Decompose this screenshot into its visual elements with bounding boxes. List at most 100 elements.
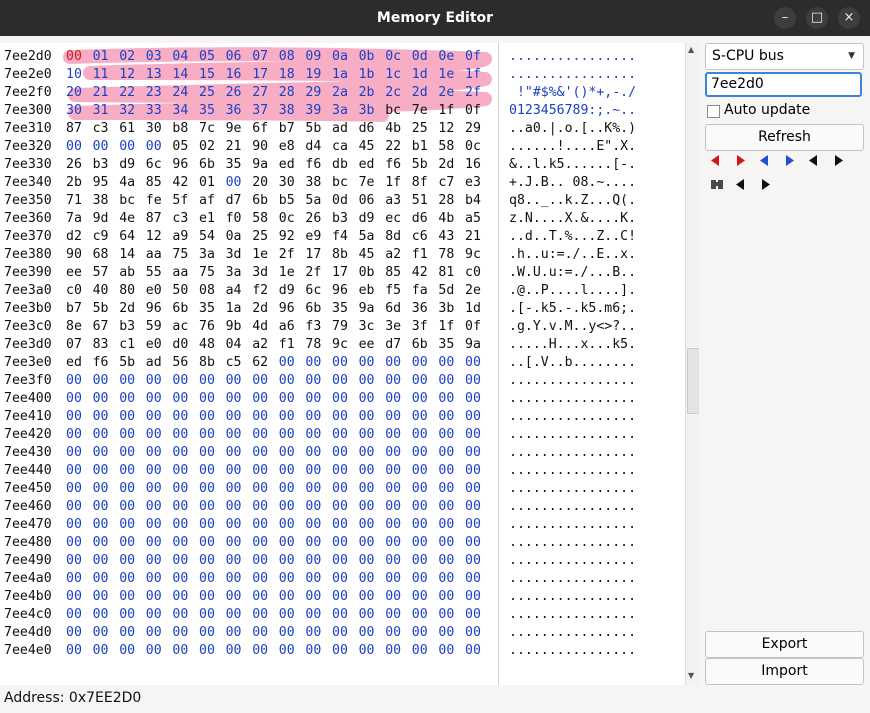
hex-byte[interactable]: 00: [305, 642, 323, 660]
hex-byte[interactable]: d7: [226, 192, 244, 210]
hex-byte[interactable]: 00: [93, 498, 111, 516]
hex-byte[interactable]: 00: [226, 498, 244, 516]
next-blue-arrow-icon[interactable]: [786, 155, 794, 166]
hex-byte[interactable]: 00: [93, 390, 111, 408]
hex-byte[interactable]: b3: [93, 156, 111, 174]
hex-byte[interactable]: 00: [93, 552, 111, 570]
hex-byte[interactable]: 00: [119, 426, 137, 444]
hex-byte[interactable]: 00: [93, 570, 111, 588]
hex-byte[interactable]: 32: [119, 102, 137, 120]
hex-byte[interactable]: 00: [385, 588, 403, 606]
hex-byte[interactable]: f6: [93, 354, 111, 372]
hex-byte[interactable]: db: [332, 156, 350, 174]
hex-byte[interactable]: 61: [119, 120, 137, 138]
hex-byte[interactable]: 92: [279, 228, 297, 246]
hex-byte[interactable]: e1: [199, 210, 217, 228]
hex-byte[interactable]: 00: [66, 444, 84, 462]
hex-byte[interactable]: 00: [226, 588, 244, 606]
hex-byte[interactable]: 68: [93, 246, 111, 264]
hex-byte[interactable]: 2f: [279, 246, 297, 264]
hex-byte[interactable]: 00: [385, 408, 403, 426]
ascii-row[interactable]: ..d..T.%...Z..C!: [509, 228, 636, 246]
hex-byte[interactable]: 00: [412, 570, 430, 588]
hex-byte[interactable]: 00: [199, 408, 217, 426]
hex-byte[interactable]: 6b: [305, 300, 323, 318]
hex-byte[interactable]: 00: [119, 480, 137, 498]
hex-byte[interactable]: ad: [146, 354, 164, 372]
prev-black-arrow-icon[interactable]: [809, 155, 817, 166]
hex-byte[interactable]: 4e: [119, 210, 137, 228]
hex-byte[interactable]: 00: [146, 570, 164, 588]
hex-byte[interactable]: 00: [119, 498, 137, 516]
hex-byte[interactable]: 2e: [438, 84, 456, 102]
hex-byte[interactable]: a6: [279, 318, 297, 336]
hex-byte[interactable]: 78: [305, 336, 323, 354]
hex-byte[interactable]: 00: [146, 624, 164, 642]
hex-byte[interactable]: bc: [119, 192, 137, 210]
hex-byte[interactable]: 00: [226, 570, 244, 588]
hex-byte[interactable]: 00: [465, 462, 483, 480]
hex-byte[interactable]: 26: [305, 210, 323, 228]
hex-byte[interactable]: 8e: [66, 318, 84, 336]
hex-byte[interactable]: 00: [226, 480, 244, 498]
hex-byte[interactable]: 00: [119, 534, 137, 552]
hex-byte[interactable]: 00: [332, 570, 350, 588]
hex-byte[interactable]: 00: [252, 426, 270, 444]
hex-byte[interactable]: 00: [412, 534, 430, 552]
hex-byte[interactable]: 00: [305, 444, 323, 462]
hex-byte[interactable]: b7: [279, 120, 297, 138]
hex-byte[interactable]: 00: [412, 462, 430, 480]
hex-byte[interactable]: 8b: [332, 246, 350, 264]
hex-byte[interactable]: b7: [66, 300, 84, 318]
hex-byte[interactable]: f6: [385, 156, 403, 174]
hex-byte[interactable]: 79: [332, 318, 350, 336]
hex-byte[interactable]: 00: [465, 372, 483, 390]
hex-byte[interactable]: 00: [438, 624, 456, 642]
hex-byte[interactable]: 00: [359, 498, 377, 516]
hex-byte[interactable]: d6: [359, 120, 377, 138]
hex-byte[interactable]: 00: [305, 552, 323, 570]
hex-byte[interactable]: 00: [172, 534, 190, 552]
hex-byte[interactable]: 00: [359, 570, 377, 588]
hex-byte[interactable]: 26: [66, 156, 84, 174]
hex-byte[interactable]: 25: [252, 228, 270, 246]
hex-byte[interactable]: 00: [385, 534, 403, 552]
hex-byte[interactable]: 0a: [226, 228, 244, 246]
hex-byte[interactable]: 00: [146, 462, 164, 480]
hex-byte[interactable]: 35: [226, 156, 244, 174]
hex-byte[interactable]: 38: [279, 102, 297, 120]
hex-byte[interactable]: 9e: [226, 120, 244, 138]
hex-byte[interactable]: 00: [172, 372, 190, 390]
hex-byte[interactable]: 7e: [359, 174, 377, 192]
hex-byte[interactable]: 0d: [332, 192, 350, 210]
hex-byte[interactable]: 00: [385, 498, 403, 516]
hex-byte[interactable]: 28: [438, 192, 456, 210]
hex-byte[interactable]: 00: [93, 372, 111, 390]
hex-byte[interactable]: aa: [172, 264, 190, 282]
hex-byte[interactable]: 00: [252, 534, 270, 552]
hex-byte[interactable]: 00: [199, 480, 217, 498]
hex-byte[interactable]: 56: [172, 354, 190, 372]
hex-byte[interactable]: 5b: [119, 354, 137, 372]
hex-byte[interactable]: d2: [66, 228, 84, 246]
hex-byte[interactable]: 00: [385, 426, 403, 444]
hex-byte[interactable]: 00: [119, 642, 137, 660]
ascii-row[interactable]: +.J.B.. 08.~....: [509, 174, 636, 192]
binoculars-icon[interactable]: [711, 180, 723, 189]
hex-byte[interactable]: 1e: [438, 66, 456, 84]
hex-byte[interactable]: 3c: [359, 318, 377, 336]
hex-byte[interactable]: ee: [359, 336, 377, 354]
hex-byte[interactable]: 0f: [465, 102, 483, 120]
hex-byte[interactable]: 00: [252, 462, 270, 480]
hex-byte[interactable]: bc: [332, 174, 350, 192]
hex-byte[interactable]: 1f: [438, 102, 456, 120]
hex-byte[interactable]: 21: [93, 84, 111, 102]
hex-byte[interactable]: 00: [359, 642, 377, 660]
hex-byte[interactable]: 00: [359, 408, 377, 426]
hex-byte[interactable]: a2: [252, 336, 270, 354]
hex-byte[interactable]: 75: [172, 246, 190, 264]
hex-byte[interactable]: 00: [465, 588, 483, 606]
hex-byte[interactable]: 00: [438, 588, 456, 606]
hex-byte[interactable]: 00: [359, 516, 377, 534]
hex-byte[interactable]: 29: [305, 84, 323, 102]
